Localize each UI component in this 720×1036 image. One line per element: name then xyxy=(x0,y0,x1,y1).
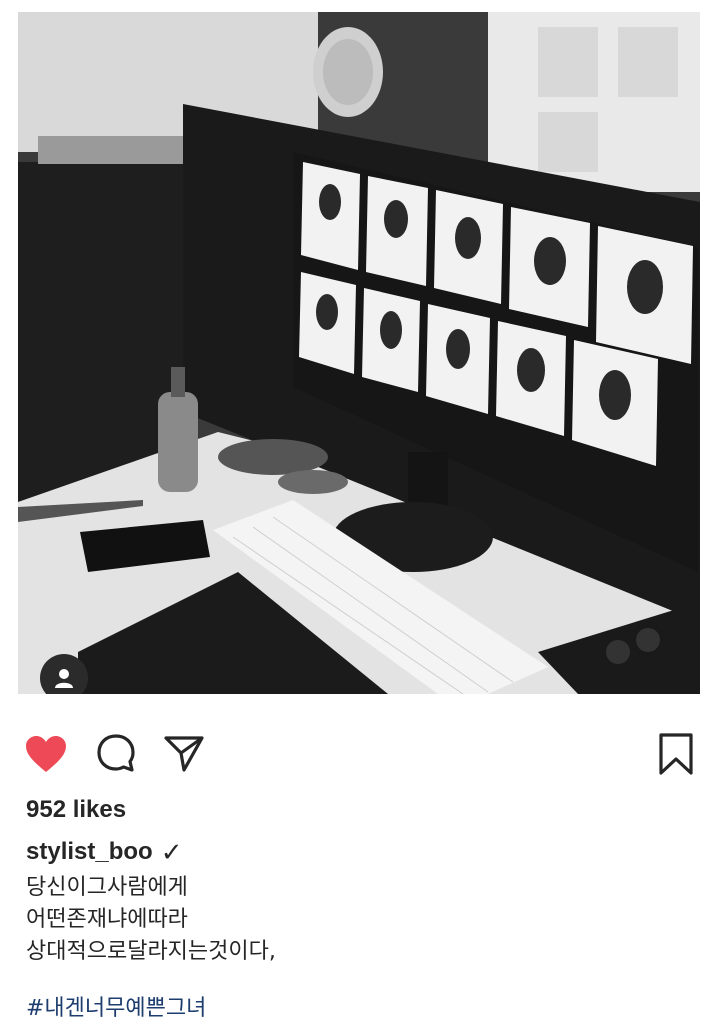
bookmark-icon xyxy=(659,733,693,775)
comment-button[interactable] xyxy=(90,728,142,780)
caption-line: 어떤존재냐에따라 xyxy=(26,907,188,932)
author-row: stylist_boo ✓ xyxy=(26,838,183,866)
verified-check-icon: ✓ xyxy=(160,837,183,867)
user-tag-button[interactable] xyxy=(40,654,88,694)
caption-line: 상대적으로달라지는것이다, xyxy=(26,939,276,964)
user-tag-icon xyxy=(55,669,73,688)
like-button[interactable] xyxy=(20,728,72,780)
save-button[interactable] xyxy=(650,728,702,780)
comment-icon xyxy=(97,734,135,772)
share-button[interactable] xyxy=(158,728,210,780)
likes-count[interactable]: 952 likes xyxy=(26,796,126,824)
hashtag-link[interactable]: #내겐너무예쁜그녀 xyxy=(26,990,206,1022)
post-photo-illustration xyxy=(18,12,700,694)
action-bar xyxy=(0,728,720,780)
post-caption: 당신이그사람에게 어떤존재냐에따라 상대적으로달라지는것이다, xyxy=(26,872,276,968)
author-username[interactable]: stylist_boo xyxy=(26,838,153,866)
paper-plane-icon xyxy=(164,736,204,772)
post-photo[interactable] xyxy=(18,12,700,694)
caption-line: 당신이그사람에게 xyxy=(26,875,188,900)
heart-filled-icon xyxy=(26,736,66,772)
